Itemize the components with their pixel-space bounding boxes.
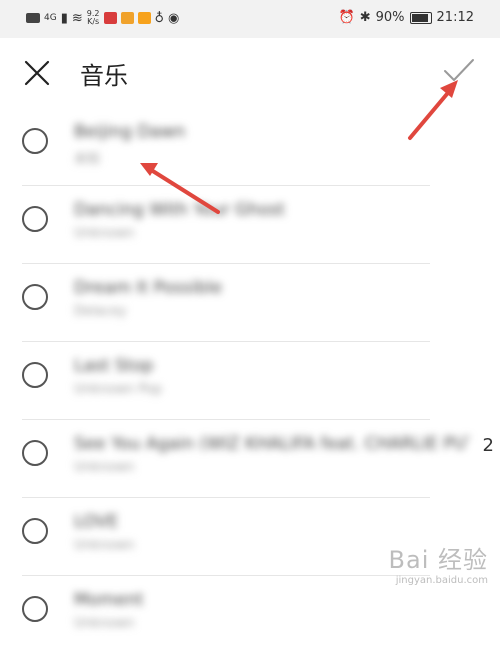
confirm-button[interactable]: [442, 56, 476, 86]
song-row[interactable]: Last Stop Unknown Pop: [0, 342, 500, 420]
wifi-icon: ≋: [71, 10, 83, 26]
battery-percent: 90%: [375, 10, 405, 25]
watermark-brand: Bai 经验: [388, 546, 488, 574]
song-title: See You Again (WIZ KHALIFA feat. CHARLIE…: [74, 434, 470, 454]
select-radio[interactable]: [22, 440, 48, 466]
song-title: Dream It Possible: [74, 278, 223, 298]
song-artist: Unknown: [74, 460, 135, 475]
select-radio[interactable]: [22, 362, 48, 388]
song-artist: Unknown: [74, 226, 135, 241]
watermark-url: jingyan.baidu.com: [395, 575, 488, 586]
header: 音乐: [0, 38, 500, 108]
song-text: Dancing With Your Ghost Unknown: [74, 200, 285, 241]
song-title: Last Stop: [74, 356, 154, 376]
network-label: 4G: [44, 13, 57, 23]
song-artist: 未知: [74, 152, 101, 167]
song-title: Beijing Dawn: [74, 122, 186, 142]
song-text: Beijing Dawn 未知: [74, 122, 185, 167]
battery-icon: [409, 11, 432, 24]
song-artist: Unknown: [74, 538, 135, 553]
status-time: 21:12: [436, 10, 474, 25]
song-text: Moment Unknown: [74, 590, 144, 631]
song-row[interactable]: Moment Unknown: [0, 576, 500, 654]
qq-icon: ♁: [154, 10, 165, 26]
app-icon-1: [103, 12, 117, 24]
select-radio[interactable]: [22, 284, 48, 310]
song-text: See You Again (WIZ KHALIFA feat. CHARLIE…: [74, 434, 470, 475]
song-artist: Unknown: [74, 616, 135, 631]
song-title: LOVE: [74, 512, 119, 532]
target-icon: ◉: [168, 10, 180, 26]
overflow-text: 2: [482, 435, 494, 456]
app-icon-2: [120, 12, 134, 24]
net-speed: 9.2 K/s: [87, 10, 100, 26]
song-artist: Unknown Pop: [74, 382, 163, 397]
song-row[interactable]: Dream It Possible Delacey: [0, 264, 500, 342]
watermark: Bai 经验 jingyan.baidu.com: [389, 540, 488, 586]
close-button[interactable]: [22, 58, 52, 88]
net-speed-unit: K/s: [87, 17, 100, 26]
bluetooth-icon: ✱: [359, 10, 371, 25]
song-artist: Delacey: [74, 304, 127, 319]
app-icon-3: [137, 12, 151, 24]
song-text: Last Stop Unknown Pop: [74, 356, 162, 397]
page-title: 音乐: [80, 62, 128, 90]
status-right: ⏰ ✱ 90% 21:12: [339, 10, 474, 25]
close-icon: [24, 60, 50, 86]
select-radio[interactable]: [22, 128, 48, 154]
alarm-icon: ⏰: [338, 10, 355, 25]
song-row[interactable]: See You Again (WIZ KHALIFA feat. CHARLIE…: [0, 420, 500, 498]
song-row[interactable]: Dancing With Your Ghost Unknown: [0, 186, 500, 264]
signal-icon: ▮: [60, 10, 68, 26]
song-row[interactable]: Beijing Dawn 未知: [0, 108, 500, 186]
select-radio[interactable]: [22, 518, 48, 544]
sim-icon: [26, 13, 40, 23]
check-icon: [444, 59, 474, 81]
song-title: Moment: [74, 590, 144, 610]
song-text: LOVE Unknown: [74, 512, 134, 553]
select-radio[interactable]: [22, 596, 48, 622]
status-left: 4G ▮ ≋ 9.2 K/s ♁ ◉: [26, 10, 179, 26]
song-text: Dream It Possible Delacey: [74, 278, 222, 319]
song-title: Dancing With Your Ghost: [74, 200, 285, 220]
status-bar: 4G ▮ ≋ 9.2 K/s ♁ ◉ ⏰ ✱ 90% 21:12: [0, 0, 500, 38]
select-radio[interactable]: [22, 206, 48, 232]
